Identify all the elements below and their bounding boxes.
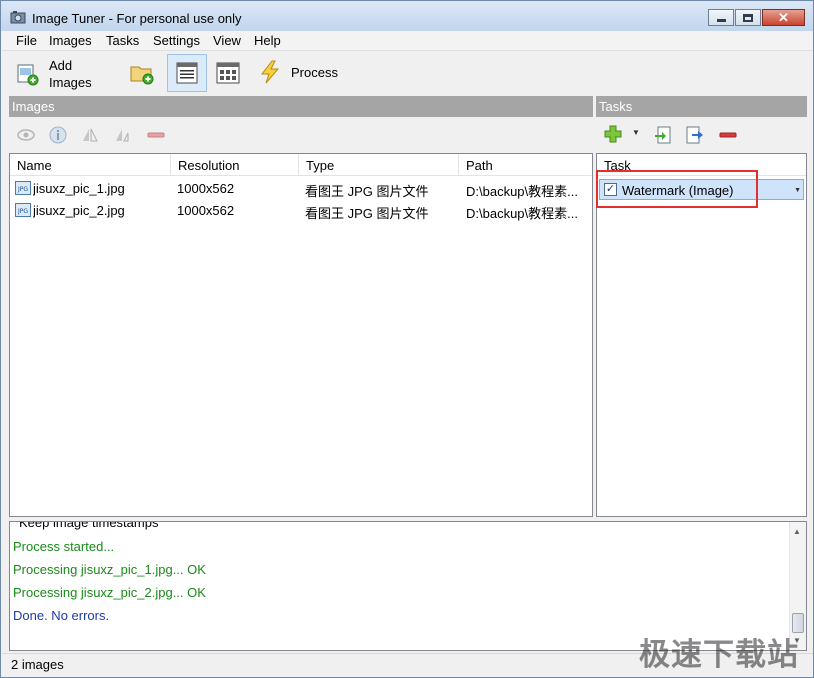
add-images-label-line1: Add [49,58,73,73]
column-type[interactable]: Type [299,154,459,176]
cell-name: jisuxz_pic_2.jpg [33,203,125,218]
menu-view[interactable]: View [213,33,241,48]
main-toolbar: Add Images Process [2,51,813,95]
app-window: Image Tuner - For personal use only ✕ Fi… [0,0,814,678]
tasks-list[interactable]: Task ✓ Watermark (Image) ▼ [596,153,807,517]
cell-resolution: 1000x562 [177,203,235,218]
add-images-icon [17,64,39,86]
images-subtoolbar [9,117,593,151]
log-line: Done. No errors. [13,608,110,623]
tasks-panel-header: Tasks [596,96,807,117]
log-line: Keep image timestamps [19,521,159,530]
cell-type: 看图王 JPG 图片文件 [305,184,429,199]
cell-name: jisuxz_pic_1.jpg [33,181,125,196]
jpg-file-icon: JPG [15,203,31,217]
images-list[interactable]: Name Resolution Type Path JPG jisuxz_pic… [9,153,593,517]
app-icon [10,11,26,24]
export-task-icon[interactable] [686,126,704,144]
details-view-button[interactable] [167,54,207,92]
thumbnails-view-button[interactable] [216,61,240,85]
minimize-icon [716,19,726,22]
add-folder-button[interactable] [130,61,154,85]
window-title: Image Tuner - For personal use only [32,11,242,26]
column-resolution[interactable]: Resolution [171,154,299,176]
remove-image-icon[interactable] [147,126,165,144]
menu-help[interactable]: Help [254,33,281,48]
highlight-annotation-box [596,170,758,208]
images-panel-header: Images [9,96,593,117]
task-dropdown-icon[interactable]: ▼ [794,187,801,194]
svg-text:JPG: JPG [17,186,28,193]
process-button[interactable]: Process [258,60,338,84]
flip-horizontal-icon[interactable] [81,126,99,144]
svg-text:JPG: JPG [17,208,28,215]
menu-file[interactable]: File [16,33,37,48]
menu-images[interactable]: Images [49,33,92,48]
close-button[interactable]: ✕ [762,9,805,26]
cell-resolution: 1000x562 [177,181,235,196]
add-task-dropdown-icon[interactable]: ▼ [632,128,640,137]
menu-bar: File Images Tasks Settings View Help [2,31,813,51]
cell-type: 看图王 JPG 图片文件 [305,206,429,221]
log-line: Process started... [13,539,115,554]
status-text: 2 images [11,657,64,672]
title-bar[interactable]: Image Tuner - For personal use only ✕ [1,1,813,31]
table-row[interactable]: JPG jisuxz_pic_2.jpg 1000x562 看图王 JPG 图片… [11,200,591,221]
log-line: Processing jisuxz_pic_2.jpg... OK [13,585,206,600]
menu-settings[interactable]: Settings [153,33,200,48]
cell-path: D:\backup\教程素... [466,184,578,199]
flip-vertical-icon[interactable] [113,126,131,144]
remove-task-icon[interactable] [719,126,737,144]
maximize-button[interactable] [735,9,761,26]
preview-eye-icon[interactable] [17,126,35,144]
cell-path: D:\backup\教程素... [466,206,578,221]
details-view-icon [176,62,198,84]
thumbnails-view-icon [216,62,240,84]
scroll-up-icon[interactable]: ▲ [793,527,801,536]
close-icon: ✕ [778,10,789,25]
add-task-icon[interactable] [604,125,622,143]
site-watermark-logo: 极速下载站 [639,637,799,673]
table-row[interactable]: JPG jisuxz_pic_1.jpg 1000x562 看图王 JPG 图片… [11,178,591,199]
jpg-file-icon: JPG [15,181,31,195]
column-name[interactable]: Name [10,154,171,176]
tasks-subtoolbar: ▼ [596,117,807,151]
minimize-button[interactable] [708,9,734,26]
add-images-button[interactable]: Add Images [16,57,92,91]
lightning-icon [260,60,280,84]
info-icon[interactable] [49,126,67,144]
add-folder-icon [130,66,154,85]
add-images-label-line2: Images [49,75,92,90]
process-label: Process [291,64,338,80]
maximize-icon [743,13,753,22]
log-line: Processing jisuxz_pic_1.jpg... OK [13,562,206,577]
import-task-icon[interactable] [654,126,672,144]
menu-tasks[interactable]: Tasks [106,33,139,48]
column-path[interactable]: Path [459,154,592,176]
